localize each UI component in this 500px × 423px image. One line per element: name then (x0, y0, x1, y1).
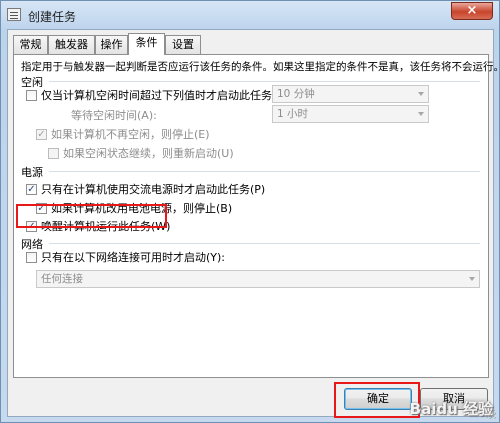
chevron-down-icon (418, 112, 424, 116)
power-divider (49, 171, 480, 172)
idle-duration-value: 10 分钟 (277, 88, 315, 100)
only-if-network-checkbox[interactable] (26, 252, 37, 263)
tab-actions[interactable]: 操作 (95, 35, 128, 54)
create-task-dialog: 创建任务 × 常规 触发器 操作 条件 设置 指定用于与触发器一起判断是否应运行… (0, 0, 500, 423)
resize-grip[interactable] (487, 410, 496, 419)
tab-triggers[interactable]: 触发器 (48, 35, 95, 54)
wait-idle-value: 1 小时 (277, 108, 309, 120)
stop-if-not-idle-checkbox[interactable]: ✓ (36, 129, 47, 140)
conditions-description: 指定用于与触发器一起判断是否应运行该任务的条件。如果这里指定的条件不是真，该任务… (21, 61, 500, 73)
ac-power-only-checkbox[interactable]: ✓ (26, 184, 37, 195)
task-scheduler-icon (7, 8, 21, 21)
network-connection-select[interactable]: 任何连接 (36, 270, 480, 288)
idle-divider (49, 81, 480, 82)
network-connection-value: 任何连接 (41, 273, 83, 285)
window-title: 创建任务 (28, 10, 77, 24)
power-section-title: 电源 (21, 166, 43, 179)
tab-general[interactable]: 常规 (13, 35, 48, 54)
title-bar[interactable]: 创建任务 × (1, 1, 499, 29)
restart-if-idle-label: 如果空闲状态继续，则重新启动(U) (63, 147, 234, 160)
ac-power-only-label: 只有在计算机使用交流电源时才启动此任务(P) (41, 183, 266, 196)
start-if-idle-checkbox[interactable] (26, 90, 37, 101)
dialog-body: 常规 触发器 操作 条件 设置 指定用于与触发器一起判断是否应运行该任务的条件。… (7, 29, 500, 418)
only-if-network-label: 只有在以下网络连接可用时才启动(Y): (41, 251, 226, 264)
wait-idle-select[interactable]: 1 小时 (272, 105, 429, 123)
tab-settings[interactable]: 设置 (165, 35, 201, 54)
restart-if-idle-checkbox[interactable] (48, 148, 59, 159)
chevron-down-icon (469, 277, 475, 281)
ok-highlight-box (334, 382, 420, 418)
network-divider (49, 243, 480, 244)
tab-conditions[interactable]: 条件 (128, 33, 165, 55)
network-section-title: 网络 (21, 238, 43, 251)
idle-duration-select[interactable]: 10 分钟 (272, 85, 429, 103)
idle-section-title: 空闲 (21, 76, 43, 89)
wait-idle-label: 等待空闲时间(A): (71, 109, 157, 122)
close-button[interactable]: × (451, 2, 493, 20)
stop-if-not-idle-label: 如果计算机不再空闲，则停止(E) (51, 128, 210, 141)
wake-highlight-box (16, 204, 167, 228)
watermark: Baidu 经验 (409, 400, 493, 418)
chevron-down-icon (418, 92, 424, 96)
start-if-idle-label: 仅当计算机空闲时间超过下列值时才启动此任务(C): (41, 89, 292, 102)
